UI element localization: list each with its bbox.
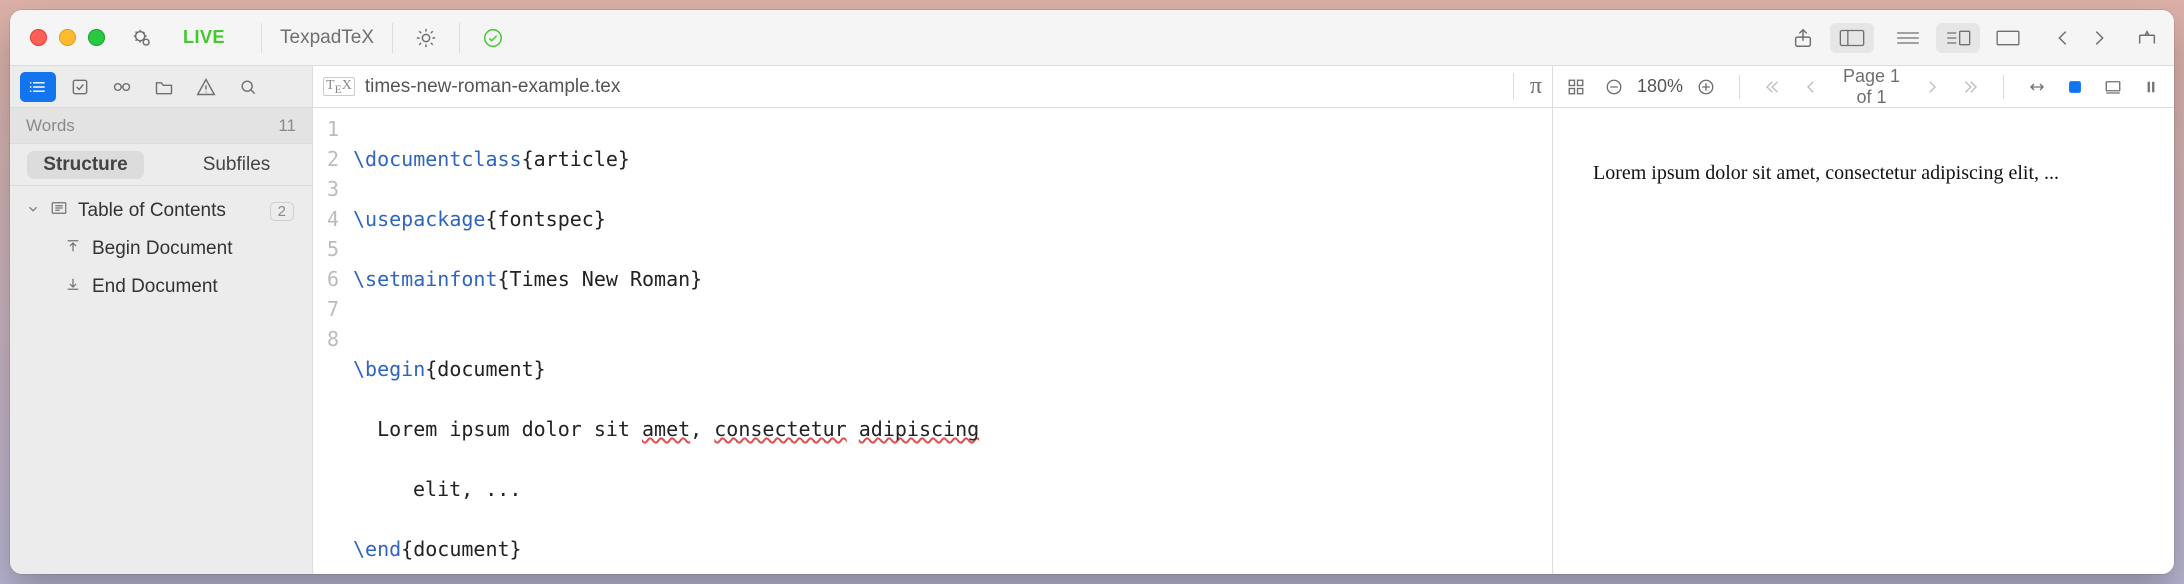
typeset-status-ok-icon <box>478 23 508 53</box>
live-indicator[interactable]: LIVE <box>183 27 225 48</box>
minimize-window-button[interactable] <box>59 29 76 46</box>
tab-structure[interactable]: Structure <box>10 144 161 185</box>
tab-subfiles-label: Subfiles <box>203 154 271 176</box>
auto-sync-toggle[interactable] <box>2060 72 2090 102</box>
preview-pane: 180% Page 1 of 1 Lorem ipsum dolor sit a… <box>1553 66 2174 574</box>
nav-forward-button[interactable] <box>2084 23 2114 53</box>
zoom-level[interactable]: 180% <box>1637 76 1683 97</box>
last-page-button[interactable] <box>1955 72 1985 102</box>
tab-structure-label: Structure <box>27 151 143 179</box>
typeset-engine-label[interactable]: TexpadTeX <box>280 27 374 49</box>
toc-root-label: Table of Contents <box>78 200 226 222</box>
pause-live-button[interactable] <box>2136 72 2166 102</box>
preview-viewport[interactable]: Lorem ipsum dolor sit amet, consectetur … <box>1553 108 2174 574</box>
presentation-mode-button[interactable] <box>2098 72 2128 102</box>
separator <box>459 23 460 53</box>
sync-from-source-button[interactable] <box>2022 72 2052 102</box>
separator <box>1739 75 1740 99</box>
titlebar: LIVE TexpadTeX <box>10 10 2174 66</box>
outline-tree: Table of Contents 2 Begin Document End D… <box>10 186 312 306</box>
page-status: Page 1 of 1 <box>1834 66 1909 108</box>
editor-pane: TEX times-new-roman-example.tex π 1 2 3 … <box>313 66 1553 574</box>
line-number-gutter: 1 2 3 4 5 6 7 8 <box>313 108 347 574</box>
next-page-button[interactable] <box>1917 72 1947 102</box>
main-body: Words 11 Structure Subfiles Table of Con… <box>10 66 2174 574</box>
traffic-lights <box>30 29 105 46</box>
tab-subfiles[interactable]: Subfiles <box>161 144 312 185</box>
separator <box>2003 75 2004 99</box>
sidebar-toolbar <box>10 66 312 108</box>
preview-header: 180% Page 1 of 1 <box>1553 66 2174 108</box>
sidebar: Words 11 Structure Subfiles Table of Con… <box>10 66 313 574</box>
word-count-label: Words <box>26 116 75 136</box>
share-button[interactable] <box>1788 23 1818 53</box>
nav-back-button[interactable] <box>2048 23 2078 53</box>
editor-header-right: π <box>1513 73 1542 100</box>
zoom-window-button[interactable] <box>88 29 105 46</box>
project-settings-gear-icon[interactable] <box>127 23 157 53</box>
app-window: LIVE TexpadTeX <box>10 10 2174 574</box>
typeset-settings-gear-icon[interactable] <box>411 23 441 53</box>
layout-sidebar-toggle[interactable] <box>1830 23 1874 53</box>
toc-icon <box>50 199 68 223</box>
layout-editor-only[interactable] <box>1886 23 1930 53</box>
separator <box>392 23 393 53</box>
first-page-button[interactable] <box>1758 72 1788 102</box>
layout-split-view[interactable] <box>1936 23 1980 53</box>
begin-document-icon <box>64 237 82 261</box>
code-editor[interactable]: 1 2 3 4 5 6 7 8 \documentclass{article} … <box>313 108 1552 574</box>
tex-file-icon: TEX <box>323 77 355 97</box>
toc-item-begin-document[interactable]: Begin Document <box>20 230 300 268</box>
code-lines[interactable]: \documentclass{article} \usepackage{font… <box>347 108 1552 574</box>
toc-count-badge: 2 <box>270 202 294 221</box>
close-window-button[interactable] <box>30 29 47 46</box>
rendered-output: Lorem ipsum dolor sit amet, consectetur … <box>1553 108 2174 185</box>
thumbnails-button[interactable] <box>1561 72 1591 102</box>
zoom-out-button[interactable] <box>1599 72 1629 102</box>
warnings-view-button[interactable] <box>188 72 224 102</box>
links-view-button[interactable] <box>104 72 140 102</box>
search-view-button[interactable] <box>230 72 266 102</box>
layout-panel-toggles <box>1830 23 1874 53</box>
zoom-in-button[interactable] <box>1691 72 1721 102</box>
end-document-icon <box>64 275 82 299</box>
separator <box>261 23 262 53</box>
chevron-down-icon <box>26 200 40 222</box>
toc-item-label: Begin Document <box>92 238 232 260</box>
toc-item-end-document[interactable]: End Document <box>20 268 300 306</box>
word-count-row: Words 11 <box>10 108 312 144</box>
files-view-button[interactable] <box>146 72 182 102</box>
open-file-name: times-new-roman-example.tex <box>365 76 621 98</box>
layout-editor-modes <box>1886 23 2030 53</box>
word-count-value: 11 <box>278 116 296 136</box>
toc-item-label: End Document <box>92 276 218 298</box>
toc-root[interactable]: Table of Contents 2 <box>20 192 300 230</box>
panel-toggle-icon[interactable] <box>2132 23 2162 53</box>
nav-arrows <box>2048 23 2114 53</box>
layout-preview-only[interactable] <box>1986 23 2030 53</box>
todos-view-button[interactable] <box>62 72 98 102</box>
sidebar-tabs: Structure Subfiles <box>10 144 312 186</box>
prev-page-button[interactable] <box>1796 72 1826 102</box>
outline-view-button[interactable] <box>20 72 56 102</box>
symbols-button[interactable]: π <box>1513 73 1542 99</box>
open-file-tab[interactable]: TEX times-new-roman-example.tex <box>323 76 620 98</box>
editor-header: TEX times-new-roman-example.tex π <box>313 66 1552 108</box>
